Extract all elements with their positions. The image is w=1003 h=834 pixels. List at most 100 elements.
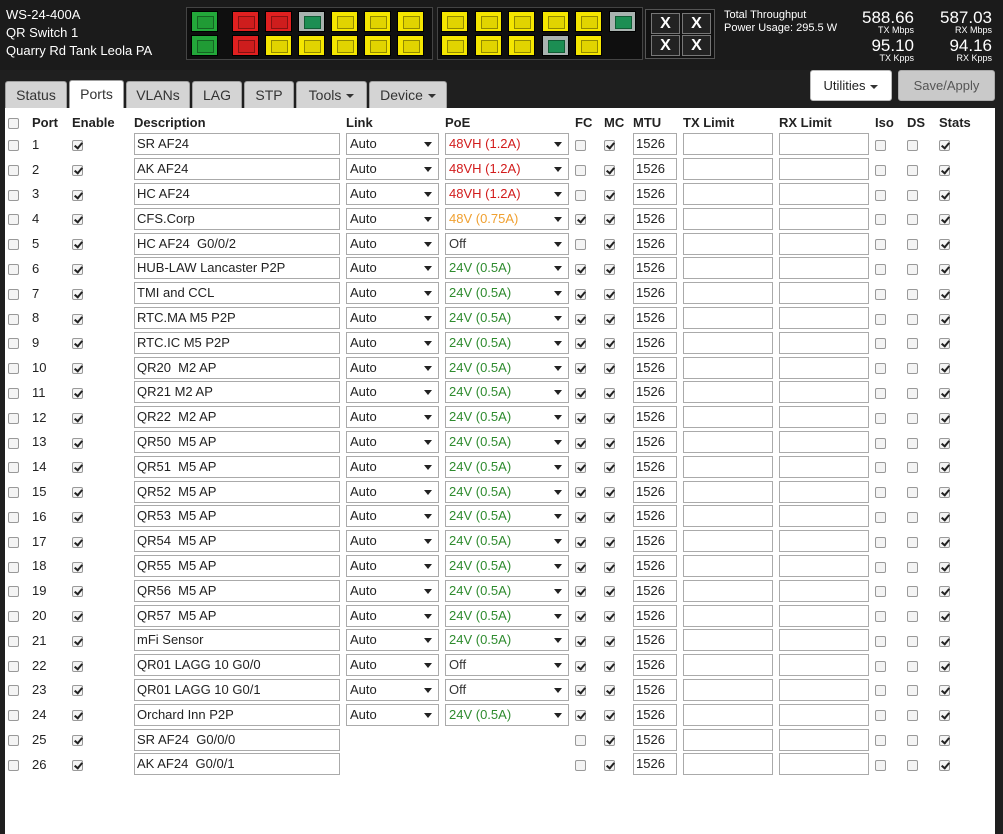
tx-limit-input[interactable] [683, 604, 773, 627]
rx-limit-input[interactable] [779, 678, 869, 701]
row-select-checkbox[interactable] [8, 735, 19, 747]
description-input[interactable]: QR51 M5 AP [134, 455, 340, 478]
iso-checkbox[interactable] [875, 164, 886, 176]
tx-limit-input[interactable] [683, 282, 773, 305]
sfp-port-2[interactable]: X [682, 13, 711, 34]
poe-select[interactable]: 24V (0.5A) [445, 257, 569, 280]
mtu-input[interactable]: 1526 [633, 232, 677, 255]
port-led-bottom-7[interactable] [397, 35, 424, 56]
enable-checkbox[interactable] [72, 561, 83, 573]
description-input[interactable]: QR52 M5 AP [134, 480, 340, 503]
tab-device[interactable]: Device [369, 81, 447, 108]
row-select-checkbox[interactable] [8, 759, 19, 771]
mtu-input[interactable]: 1526 [633, 554, 677, 577]
description-input[interactable]: QR53 M5 AP [134, 505, 340, 528]
ds-checkbox[interactable] [907, 660, 918, 672]
description-input[interactable]: HUB-LAW Lancaster P2P [134, 257, 340, 280]
description-input[interactable]: QR55 M5 AP [134, 554, 340, 577]
stats-checkbox[interactable] [939, 164, 950, 176]
enable-checkbox[interactable] [72, 189, 83, 201]
rx-limit-input[interactable] [779, 530, 869, 553]
port-led-top-5[interactable] [331, 11, 358, 32]
fc-checkbox[interactable] [575, 164, 586, 176]
ds-checkbox[interactable] [907, 139, 918, 151]
link-select[interactable]: Auto [346, 530, 439, 553]
fc-checkbox[interactable] [575, 189, 586, 201]
enable-checkbox[interactable] [72, 462, 83, 474]
stats-checkbox[interactable] [939, 189, 950, 201]
description-input[interactable]: TMI and CCL [134, 282, 340, 305]
enable-checkbox[interactable] [72, 635, 83, 647]
tx-limit-input[interactable] [683, 257, 773, 280]
link-select[interactable]: Auto [346, 158, 439, 181]
link-select[interactable]: Auto [346, 381, 439, 404]
mc-checkbox[interactable] [604, 313, 615, 325]
port-led-top-9[interactable] [474, 11, 502, 32]
ds-checkbox[interactable] [907, 164, 918, 176]
poe-select[interactable]: 24V (0.5A) [445, 554, 569, 577]
link-select[interactable]: Auto [346, 579, 439, 602]
description-input[interactable]: QR56 M5 AP [134, 579, 340, 602]
link-select[interactable]: Auto [346, 604, 439, 627]
ds-checkbox[interactable] [907, 685, 918, 697]
iso-checkbox[interactable] [875, 288, 886, 300]
fc-checkbox[interactable] [575, 586, 586, 598]
fc-checkbox[interactable] [575, 239, 586, 251]
iso-checkbox[interactable] [875, 363, 886, 375]
rx-limit-input[interactable] [779, 728, 869, 751]
iso-checkbox[interactable] [875, 338, 886, 350]
poe-select[interactable]: 48VH (1.2A) [445, 158, 569, 181]
stats-checkbox[interactable] [939, 759, 950, 771]
stats-checkbox[interactable] [939, 437, 950, 449]
enable-checkbox[interactable] [72, 759, 83, 771]
link-select[interactable]: Auto [346, 629, 439, 652]
enable-checkbox[interactable] [72, 536, 83, 548]
link-select[interactable]: Auto [346, 554, 439, 577]
description-input[interactable]: AK AF24 G0/0/1 [134, 753, 340, 776]
row-select-checkbox[interactable] [8, 239, 19, 251]
fc-checkbox[interactable] [575, 263, 586, 275]
fc-checkbox[interactable] [575, 139, 586, 151]
fc-checkbox[interactable] [575, 536, 586, 548]
poe-select[interactable]: 48VH (1.2A) [445, 133, 569, 156]
link-select[interactable]: Auto [346, 331, 439, 354]
stats-checkbox[interactable] [939, 263, 950, 275]
stats-checkbox[interactable] [939, 635, 950, 647]
stats-checkbox[interactable] [939, 412, 950, 424]
iso-checkbox[interactable] [875, 710, 886, 722]
mtu-input[interactable]: 1526 [633, 579, 677, 602]
stats-checkbox[interactable] [939, 586, 950, 598]
ds-checkbox[interactable] [907, 338, 918, 350]
link-select[interactable]: Auto [346, 356, 439, 379]
rx-limit-input[interactable] [779, 579, 869, 602]
tab-tools[interactable]: Tools [296, 81, 367, 108]
poe-select[interactable]: 24V (0.5A) [445, 282, 569, 305]
mtu-input[interactable]: 1526 [633, 207, 677, 230]
enable-checkbox[interactable] [72, 685, 83, 697]
select-all-checkbox[interactable] [8, 118, 19, 130]
port-led-bottom-5[interactable] [331, 35, 358, 56]
rx-limit-input[interactable] [779, 158, 869, 181]
fc-checkbox[interactable] [575, 462, 586, 474]
port-led-top-3[interactable] [265, 11, 292, 32]
tx-limit-input[interactable] [683, 678, 773, 701]
fc-checkbox[interactable] [575, 660, 586, 672]
iso-checkbox[interactable] [875, 412, 886, 424]
stats-checkbox[interactable] [939, 511, 950, 523]
tx-limit-input[interactable] [683, 579, 773, 602]
ds-checkbox[interactable] [907, 487, 918, 499]
port-led-top-4[interactable] [298, 11, 325, 32]
tx-limit-input[interactable] [683, 331, 773, 354]
port-led-bottom-8[interactable] [441, 35, 468, 56]
mc-checkbox[interactable] [604, 586, 615, 598]
ds-checkbox[interactable] [907, 635, 918, 647]
description-input[interactable]: QR01 LAGG 10 G0/0 [134, 654, 340, 677]
ds-checkbox[interactable] [907, 735, 918, 747]
iso-checkbox[interactable] [875, 313, 886, 325]
row-select-checkbox[interactable] [8, 586, 19, 598]
ds-checkbox[interactable] [907, 363, 918, 375]
row-select-checkbox[interactable] [8, 412, 19, 424]
rx-limit-input[interactable] [779, 282, 869, 305]
poe-select[interactable]: 24V (0.5A) [445, 703, 569, 726]
poe-select[interactable]: 24V (0.5A) [445, 430, 569, 453]
